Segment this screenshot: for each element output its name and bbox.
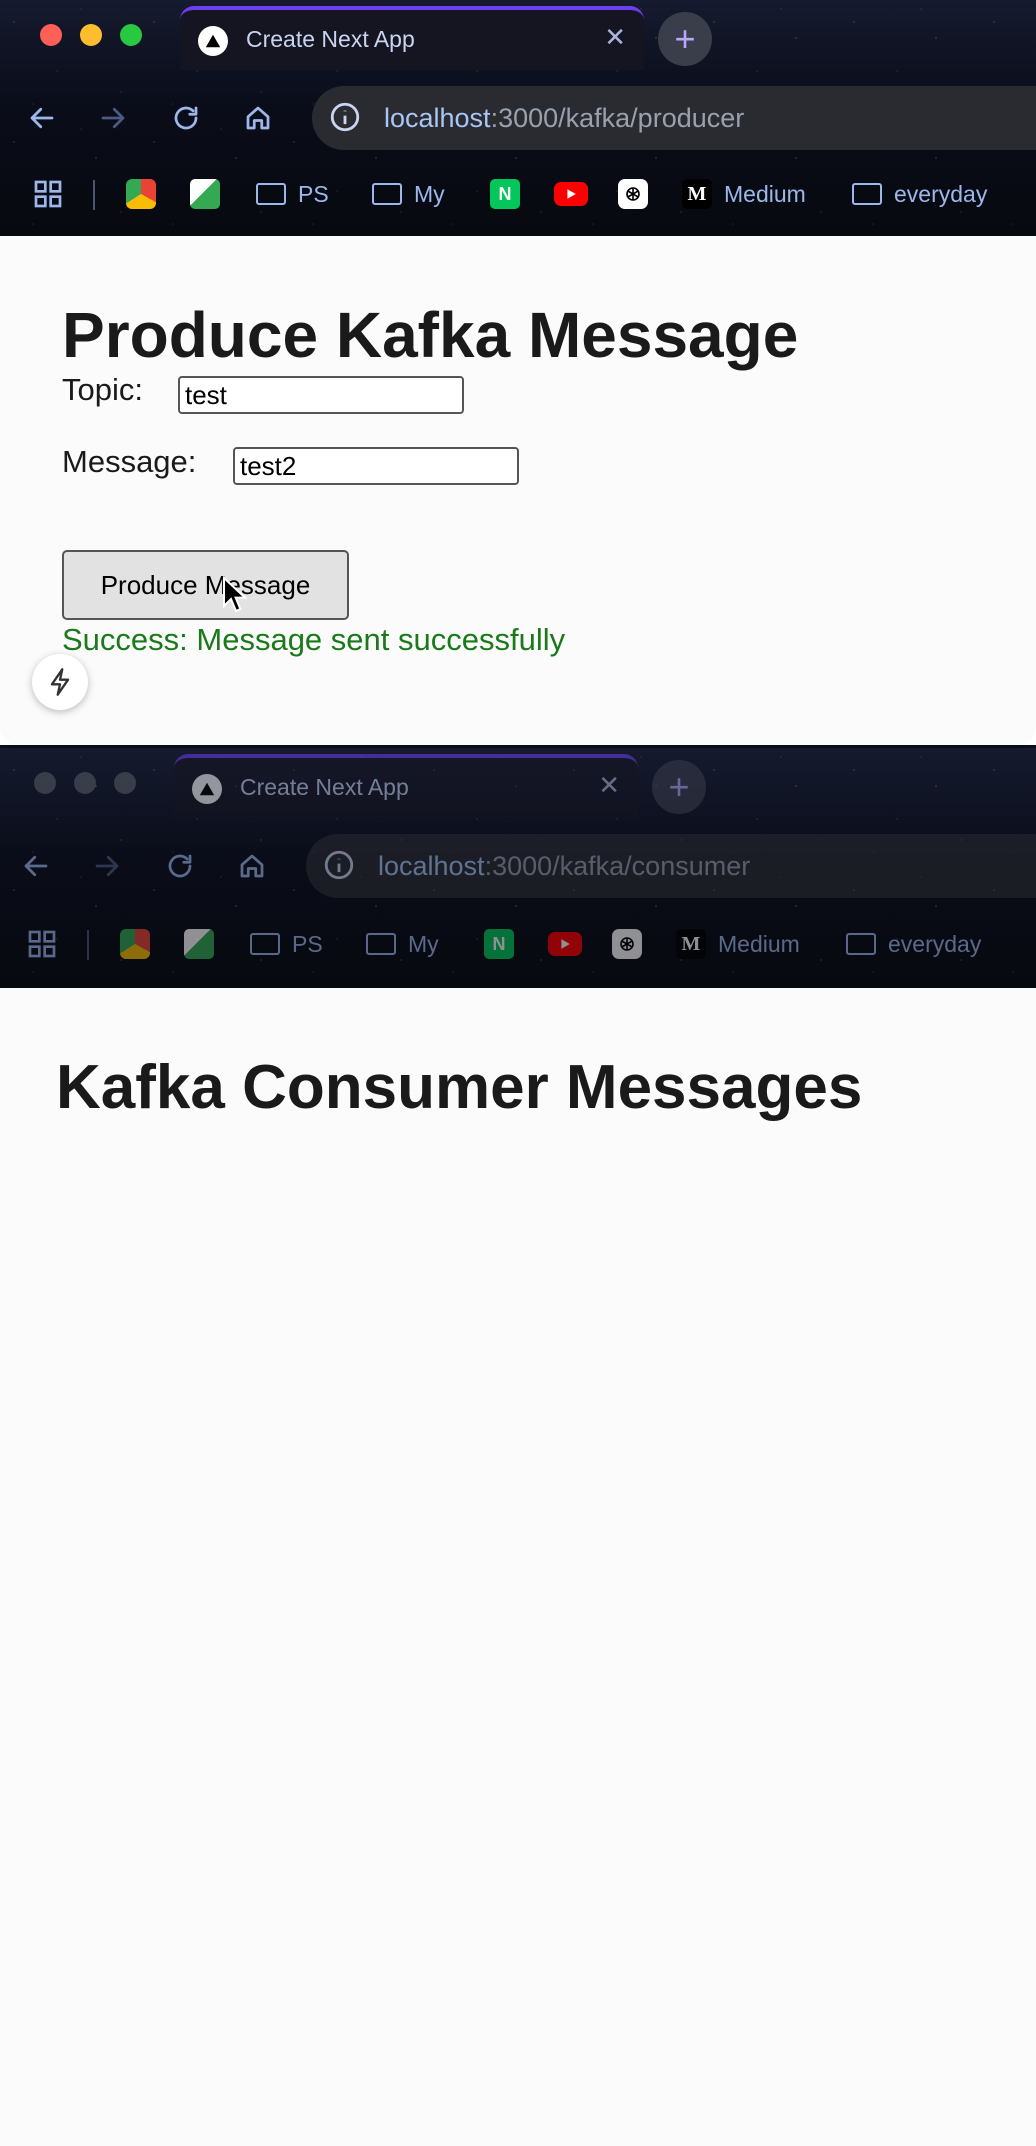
bookmarks-separator [93, 180, 95, 210]
folder-icon [846, 933, 876, 955]
url-text: localhost:3000/kafka/consumer [378, 851, 751, 881]
tab-strip: Create Next App ✕ + [0, 748, 1036, 818]
bookmark-maps-icon[interactable] [190, 178, 232, 210]
bookmark-folder-my[interactable]: My [366, 928, 439, 960]
page-title: Produce Kafka Message [62, 299, 799, 371]
bookmark-youtube-icon[interactable] [554, 178, 600, 210]
bookmark-folder-everyday[interactable]: everyday [846, 928, 981, 960]
page-title: Kafka Consumer Messages [56, 1053, 863, 1122]
folder-icon [250, 933, 280, 955]
message-label: Message: [62, 444, 197, 479]
close-window-button[interactable] [34, 772, 56, 794]
maximize-window-button[interactable] [120, 24, 142, 46]
apps-grid-icon[interactable] [26, 928, 58, 960]
bookmark-medium[interactable]: M Medium [676, 928, 800, 960]
tab-title: Create Next App [240, 774, 409, 800]
bookmark-chrome-icon[interactable] [120, 928, 162, 960]
tab-strip: Create Next App ✕ + [0, 0, 1036, 70]
tab-create-next-app[interactable]: Create Next App ✕ [174, 754, 638, 818]
new-tab-button[interactable]: + [658, 12, 712, 66]
back-arrow-icon[interactable] [18, 848, 54, 884]
bookmarks-bar: PS My N M Medium everyday [0, 918, 1036, 970]
bookmark-folder-my[interactable]: My [372, 178, 445, 210]
folder-icon [366, 933, 396, 955]
bookmark-chatgpt-icon[interactable] [612, 928, 654, 960]
site-info-icon[interactable] [322, 848, 356, 882]
address-bar[interactable]: localhost:3000/kafka/consumer [306, 834, 1036, 898]
bookmark-folder-ps[interactable]: PS [250, 928, 323, 960]
site-info-icon[interactable] [328, 100, 362, 134]
reload-icon[interactable] [168, 100, 204, 136]
new-tab-button[interactable]: + [652, 760, 706, 814]
maximize-window-button[interactable] [114, 772, 136, 794]
browser-chrome: Create Next App ✕ + localhost:3000/kafka… [0, 0, 1036, 236]
bookmark-chrome-icon[interactable] [126, 178, 168, 210]
bookmark-naver-icon[interactable]: N [484, 928, 526, 960]
home-icon[interactable] [240, 100, 276, 136]
bookmark-folder-everyday[interactable]: everyday [852, 178, 987, 210]
forward-arrow-icon[interactable] [89, 848, 125, 884]
tab-close-icon[interactable]: ✕ [604, 22, 626, 53]
bookmark-maps-icon[interactable] [184, 928, 226, 960]
topic-input[interactable] [178, 376, 464, 414]
nextjs-favicon-icon [192, 774, 222, 804]
produce-message-button[interactable]: Produce Message [62, 550, 349, 620]
tab-create-next-app[interactable]: Create Next App ✕ [180, 6, 644, 70]
nextjs-favicon-icon [198, 26, 228, 56]
bookmark-youtube-icon[interactable] [548, 928, 594, 960]
browser-toolbar: localhost:3000/kafka/producer [0, 86, 1036, 150]
bookmark-medium[interactable]: M Medium [682, 178, 806, 210]
bookmark-naver-icon[interactable]: N [490, 178, 532, 210]
nextjs-dev-indicator-bolt-icon[interactable] [32, 654, 88, 710]
consumer-page: Kafka Consumer Messages [0, 988, 1036, 2146]
reload-icon[interactable] [162, 848, 198, 884]
back-arrow-icon[interactable] [24, 100, 60, 136]
producer-page: Produce Kafka Message Topic: Message: Pr… [0, 236, 1036, 745]
apps-grid-icon[interactable] [32, 178, 64, 210]
url-text: localhost:3000/kafka/producer [384, 103, 745, 133]
consumer-browser-window: Create Next App ✕ + localhost:3000/kafka… [0, 748, 1036, 2146]
browser-toolbar: localhost:3000/kafka/consumer [0, 834, 1036, 898]
message-input[interactable] [233, 447, 519, 485]
producer-browser-window: Create Next App ✕ + localhost:3000/kafka… [0, 0, 1036, 745]
bookmarks-bar: PS My N M Medium everyday [0, 168, 1036, 220]
topic-label: Topic: [62, 372, 143, 407]
minimize-window-button[interactable] [74, 772, 96, 794]
folder-icon [256, 183, 286, 205]
folder-icon [852, 183, 882, 205]
bookmarks-separator [87, 930, 89, 960]
tab-close-icon[interactable]: ✕ [598, 770, 620, 801]
browser-chrome: Create Next App ✕ + localhost:3000/kafka… [0, 748, 1036, 988]
bookmark-chatgpt-icon[interactable] [618, 178, 660, 210]
close-window-button[interactable] [40, 24, 62, 46]
tab-title: Create Next App [246, 26, 415, 52]
forward-arrow-icon[interactable] [95, 100, 131, 136]
folder-icon [372, 183, 402, 205]
minimize-window-button[interactable] [80, 24, 102, 46]
success-message: Success: Message sent successfully [62, 622, 566, 657]
address-bar[interactable]: localhost:3000/kafka/producer [312, 86, 1036, 150]
bookmark-folder-ps[interactable]: PS [256, 178, 329, 210]
home-icon[interactable] [234, 848, 270, 884]
